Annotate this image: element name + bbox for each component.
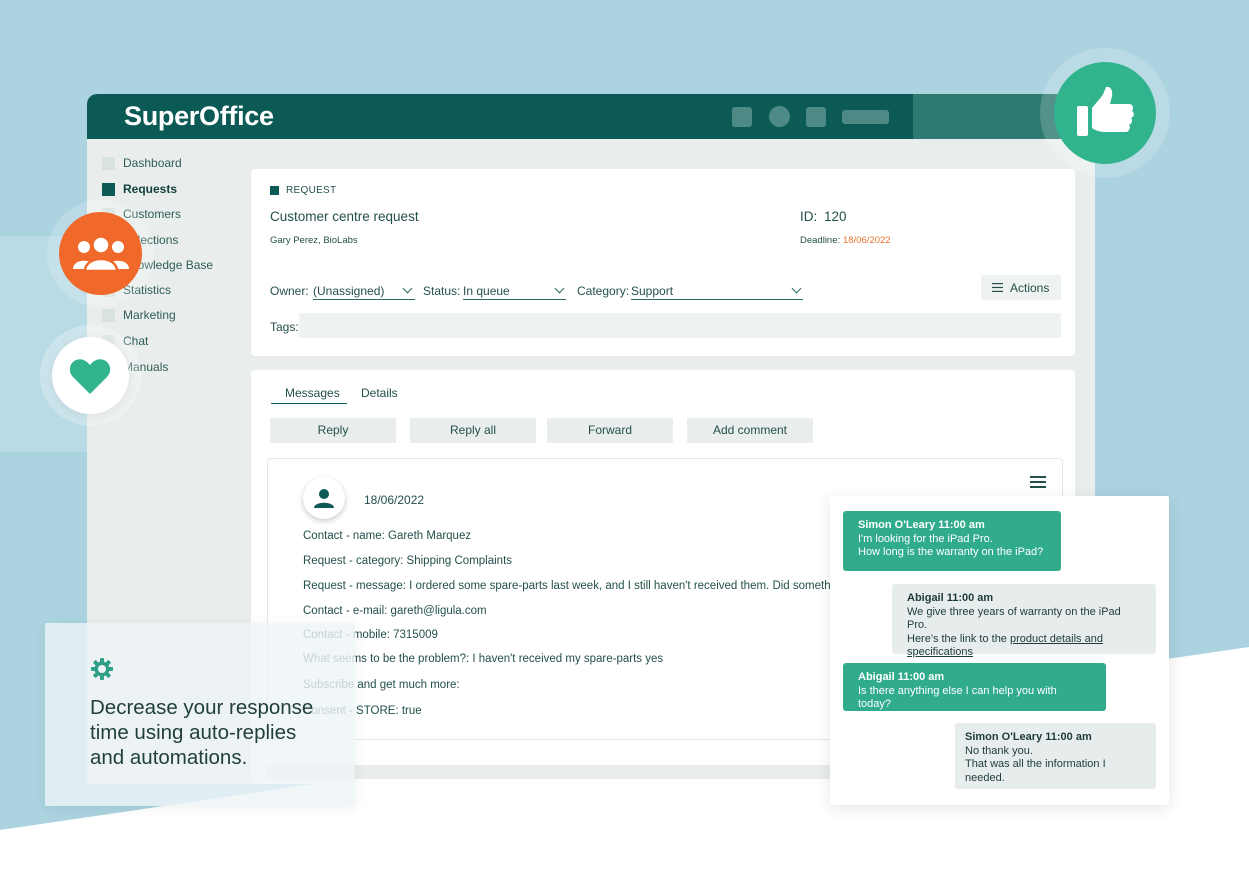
tags-input[interactable] [299, 313, 1061, 338]
thumbs-up-badge [1054, 62, 1156, 164]
product-details-link[interactable]: product details and [1010, 633, 1103, 645]
chat-line: No thank you. [965, 744, 1033, 757]
specifications-link[interactable]: specifications [907, 646, 1141, 660]
hamburger-icon[interactable] [1030, 475, 1048, 490]
reply-all-button[interactable]: Reply all [410, 418, 536, 443]
chat-line: Is there anything else I can help you wi… [858, 684, 1057, 711]
deadline-value: 18/06/2022 [843, 235, 891, 246]
brand-logo[interactable]: SuperOffice [124, 101, 274, 132]
nav-square-icon [102, 157, 115, 170]
tags-label: Tags: [270, 320, 299, 334]
toolbar-circle-icon[interactable] [769, 106, 790, 127]
chat-sender: Abigail 11:00 am [858, 671, 945, 683]
message-date: 18/06/2022 [364, 493, 425, 507]
chat-line: Here's the link to the product details a… [907, 633, 1141, 647]
status-select[interactable]: In queue [463, 279, 566, 301]
request-section-label: REQUEST [286, 185, 337, 196]
owner-select-value: (Unassigned) [313, 284, 385, 298]
chat-message-agent-green: Abigail 11:00 am Is there anything else … [843, 663, 1106, 711]
status-label: Status: [423, 284, 461, 298]
user-icon [314, 489, 334, 508]
sidebar-item-label: Dashboard [123, 156, 182, 170]
heart-icon [69, 359, 111, 394]
chevron-down-icon [791, 283, 802, 294]
chat-line: How long is the warranty on the iPad? [858, 546, 1044, 558]
sidebar-item-label: Chat [123, 334, 149, 348]
message-line: Contact - name: Gareth Marquez [303, 530, 472, 542]
menu-lines-icon [992, 283, 1003, 292]
message-line: Request - category: Shipping Complaints [303, 555, 513, 567]
chat-sender: Simon O'Leary 11:00 am [858, 519, 985, 531]
toolbar-bar-icon[interactable] [842, 110, 889, 124]
request-id-label: ID: [800, 209, 818, 224]
request-title: Customer centre request [270, 209, 419, 224]
chat-panel: Simon O'Leary 11:00 am I'm looking for t… [830, 496, 1169, 805]
gear-icon [91, 658, 113, 680]
toolbar-square-icon[interactable] [732, 107, 752, 127]
sidebar-item-label: Customers [123, 207, 182, 221]
category-select-value: Support [631, 284, 674, 298]
sidebar-item-label: Marketing [123, 308, 176, 322]
category-select-underline [631, 299, 803, 300]
heart-badge [52, 337, 129, 414]
message-line: Contact - e-mail: gareth@ligula.com [303, 605, 487, 617]
tab-messages-underline [271, 403, 347, 404]
feature-card: Decrease your response time using auto-r… [45, 623, 355, 806]
top-bar: SuperOffice [87, 94, 1095, 139]
request-id-value: 120 [824, 209, 847, 224]
request-card: REQUEST Customer centre request Gary Per… [251, 169, 1075, 356]
tab-details[interactable]: Details [361, 386, 398, 400]
chevron-down-icon [402, 283, 413, 294]
forward-button[interactable]: Forward [547, 418, 673, 443]
sidebar-item-label: Manuals [123, 360, 169, 374]
deadline-label: Deadline: [800, 235, 841, 246]
category-select[interactable]: Support [631, 279, 803, 301]
message-line: Request - message: I ordered some spare-… [303, 580, 903, 592]
feature-text: Decrease your response time using auto-r… [90, 696, 314, 769]
owner-select[interactable]: (Unassigned) [313, 279, 415, 301]
thumbs-up-icon [1077, 86, 1134, 136]
people-icon [73, 236, 129, 272]
actions-button[interactable]: Actions [981, 275, 1061, 300]
avatar [303, 477, 345, 519]
chat-line: We give three years of warranty on the i… [907, 605, 1121, 632]
status-select-underline [463, 299, 566, 300]
status-select-value: In queue [463, 284, 510, 298]
chat-sender: Simon O'Leary 11:00 am [965, 731, 1092, 743]
sidebar-item-label: Requests [123, 182, 178, 196]
chat-message-incoming: Simon O'Leary 11:00 am I'm looking for t… [843, 511, 1061, 571]
nav-square-icon [102, 183, 115, 196]
people-badge [59, 212, 142, 295]
chevron-down-icon [554, 283, 565, 294]
tab-messages[interactable]: Messages [285, 386, 340, 400]
owner-label: Owner: [270, 284, 309, 298]
nav-square-icon [102, 309, 115, 322]
add-comment-button[interactable]: Add comment [687, 418, 813, 443]
chat-sender: Abigail 11:00 am [907, 592, 994, 604]
message-line: What seems to be the problem?: I haven't… [303, 653, 664, 665]
actions-button-label: Actions [1010, 281, 1050, 295]
sidebar-item-label: Statistics [123, 283, 172, 297]
toolbar-square-icon-2[interactable] [806, 107, 826, 127]
chat-message-agent: Abigail 11:00 am We give three years of … [892, 584, 1156, 658]
reply-button[interactable]: Reply [270, 418, 396, 443]
request-contact: Gary Perez, BioLabs [270, 235, 358, 246]
chat-line: That was all the information I needed. [965, 758, 1106, 784]
category-label: Category: [577, 284, 630, 298]
chat-line: I'm looking for the iPad Pro. [858, 532, 993, 545]
chat-message-customer: Simon O'Leary 11:00 am No thank you. Tha… [955, 723, 1156, 789]
chat-line-text: Here's the link to the [907, 632, 1010, 645]
owner-select-underline [313, 299, 415, 300]
request-square-icon [270, 186, 279, 195]
